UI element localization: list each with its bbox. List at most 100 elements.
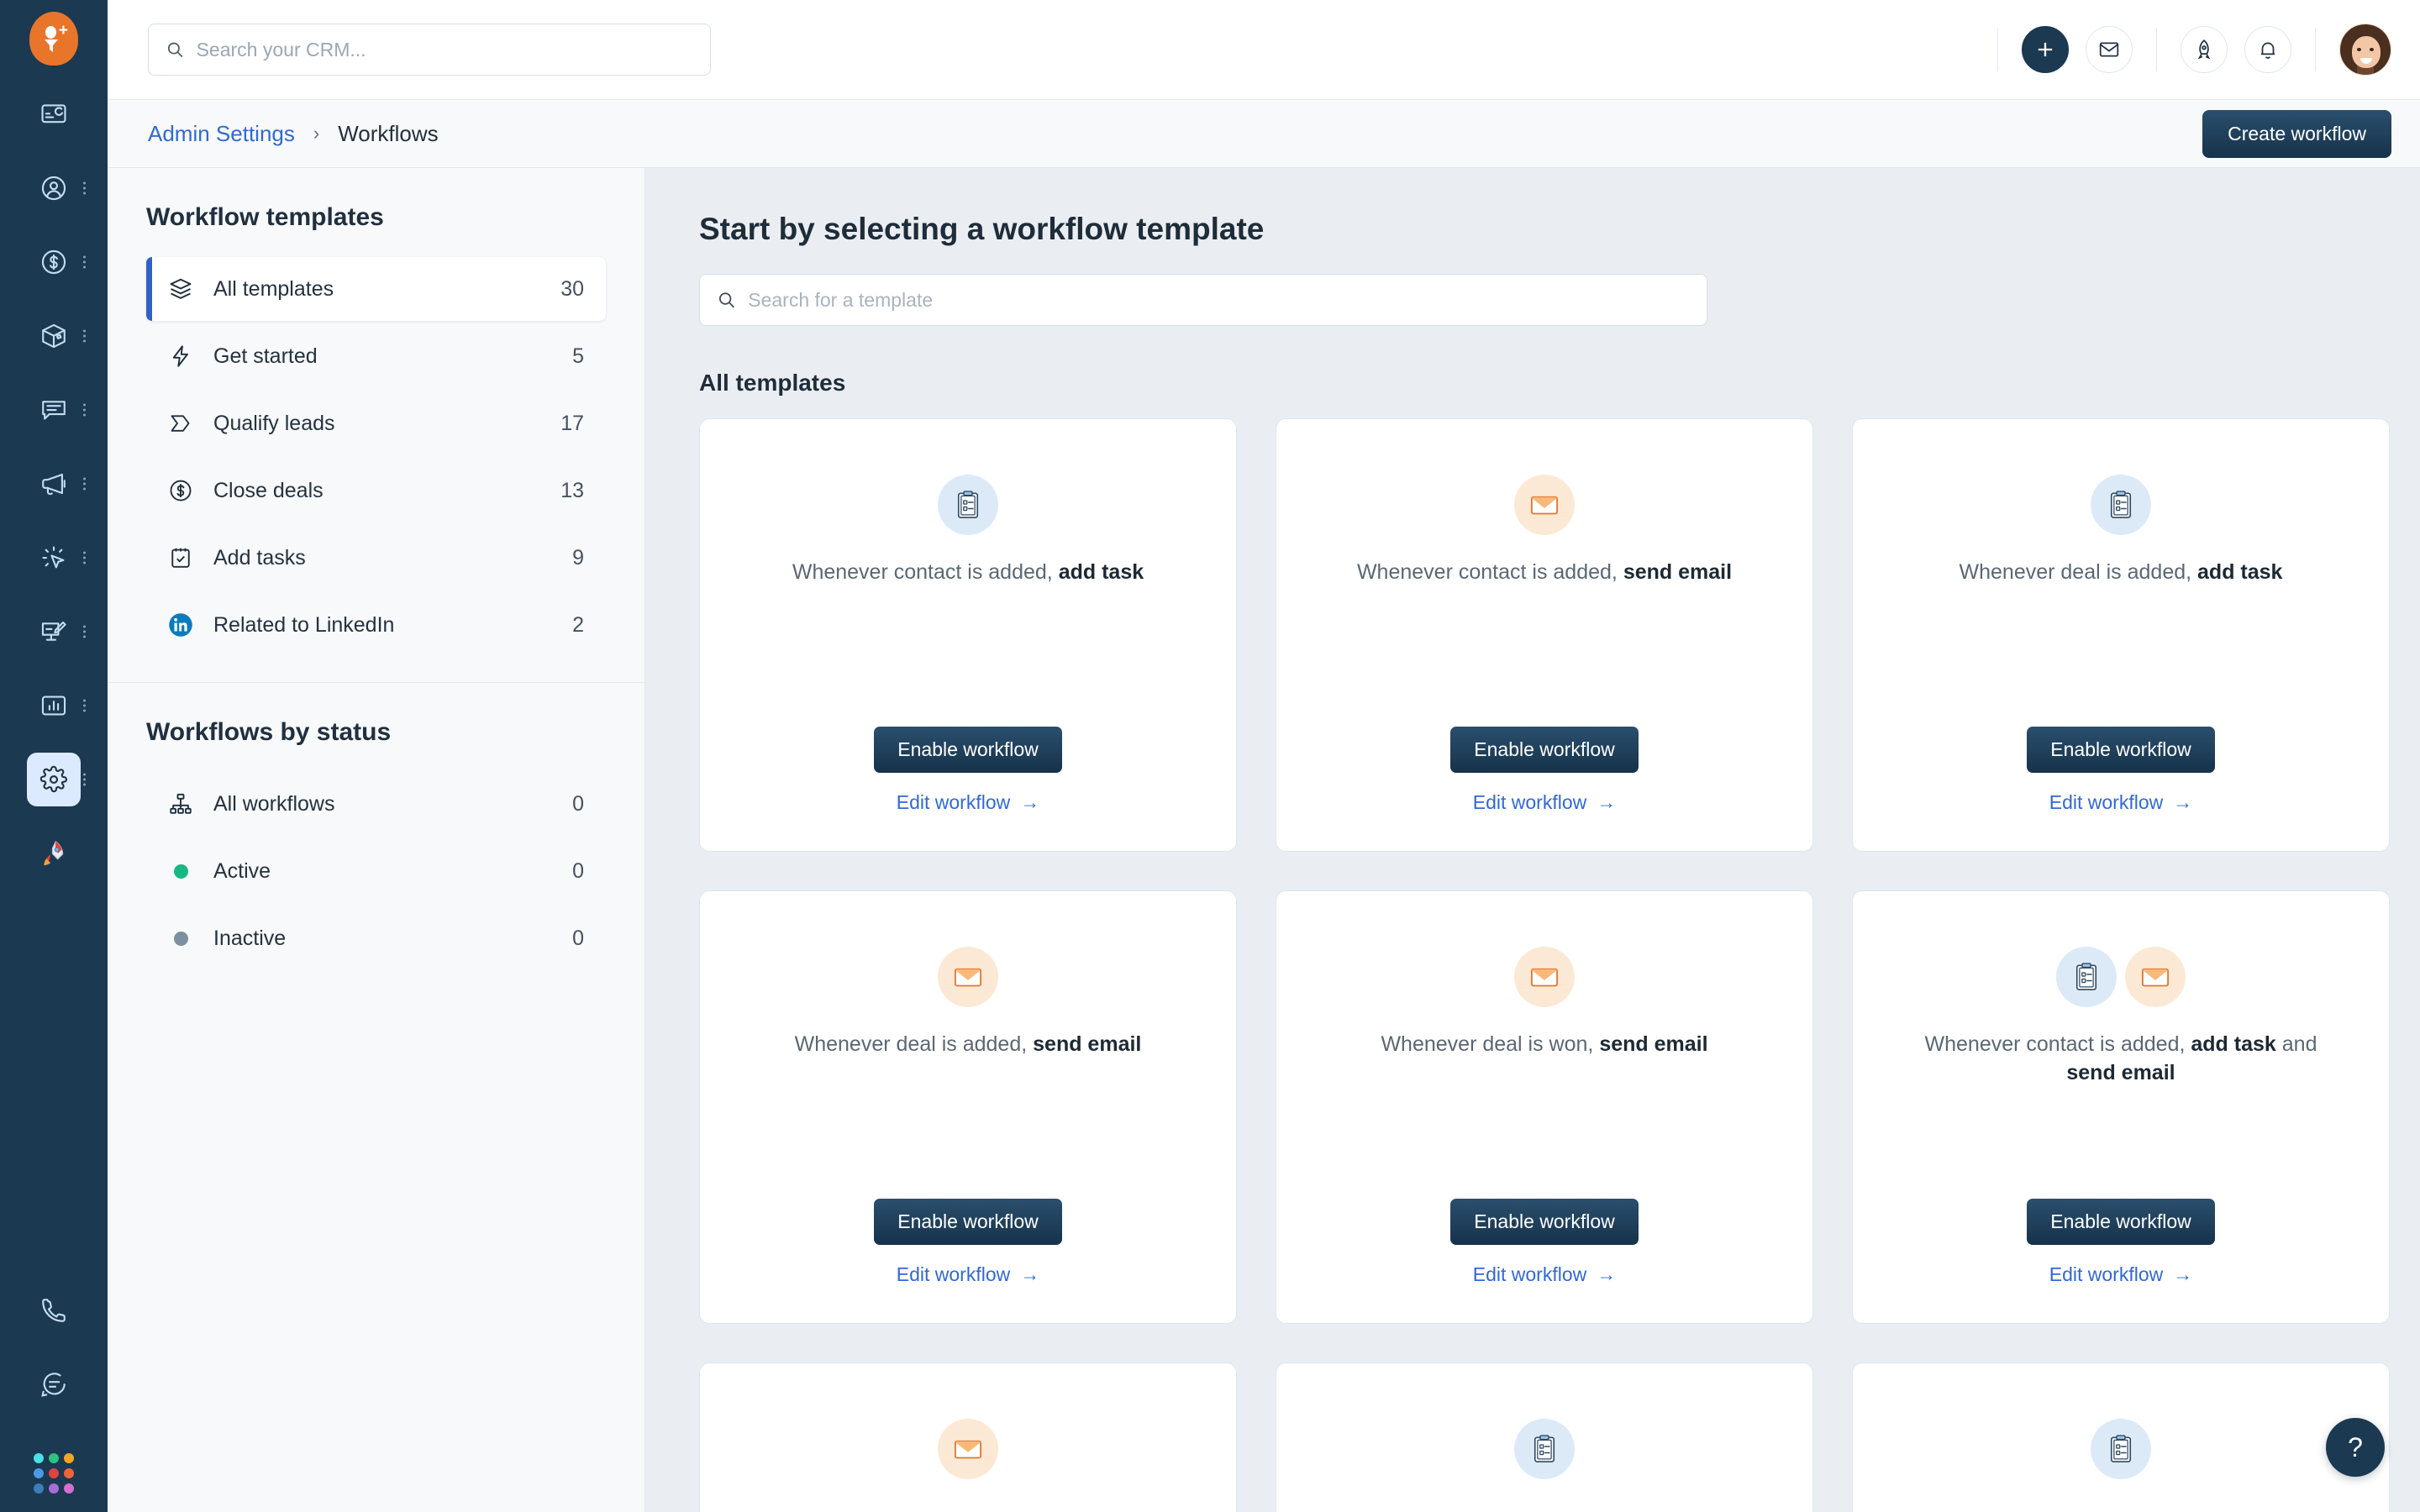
template-card[interactable]: Whenever deal is added, add task Enable w… — [1852, 418, 2390, 852]
rail-item-menu-icon[interactable] — [83, 403, 86, 417]
template-card[interactable]: Whenever deal is won, send email Enable w… — [1276, 890, 1813, 1324]
template-card[interactable]: Whenever contact is added, send email Ena… — [1276, 418, 1813, 852]
rail-item-menu-icon[interactable] — [83, 329, 86, 343]
avatar[interactable] — [2339, 24, 2391, 76]
rocket-icon — [2197, 39, 2211, 60]
rail-item-menu-icon[interactable] — [83, 699, 86, 712]
edit-workflow-label: Edit workflow — [1472, 791, 1587, 813]
template-search-input[interactable] — [748, 288, 1690, 312]
workflows-by-status-section: Workflows by status All workflows 0 Active… — [108, 682, 644, 995]
app-launcher-dot — [64, 1483, 74, 1494]
edit-workflow-link[interactable]: Edit workflow → — [2049, 1263, 2192, 1286]
sidebar-item-products[interactable] — [27, 309, 86, 363]
search-input[interactable] — [196, 38, 693, 61]
rail-item-menu-icon[interactable] — [83, 551, 86, 564]
bell-icon — [2260, 42, 2275, 59]
sidebar-item-chat[interactable] — [27, 1357, 81, 1411]
template-card-title: Whenever deal is added, send email — [794, 1032, 1142, 1056]
nav-item-count: 5 — [572, 344, 584, 368]
app-launcher-dot — [64, 1468, 74, 1478]
edit-workflow-link[interactable]: Edit workflow → — [1473, 1263, 1616, 1286]
enable-workflow-button[interactable]: Enable workflow — [874, 1199, 1062, 1245]
enable-workflow-button[interactable]: Enable workflow — [1450, 727, 1639, 773]
app-launcher-dot — [49, 1453, 59, 1463]
sidebar-item-dashboard[interactable] — [27, 87, 81, 141]
sidebar-item-conversations[interactable] — [27, 383, 86, 437]
template-category-1[interactable]: Get started 5 — [146, 324, 606, 388]
enable-workflow-button[interactable]: Enable workflow — [874, 727, 1062, 773]
arrow-right-icon: → — [1597, 791, 1617, 813]
rail-item-menu-icon[interactable] — [83, 255, 86, 269]
nav-item-label: Inactive — [213, 926, 287, 950]
status-item-0[interactable]: All workflows 0 — [146, 772, 606, 836]
status-item-2[interactable]: Inactive 0 — [146, 906, 606, 970]
edit-workflow-link[interactable]: Edit workflow → — [897, 791, 1039, 814]
template-card[interactable]: Enable workflowEdit workflow→ — [1276, 1362, 1813, 1512]
sidebar-item-website[interactable] — [27, 605, 86, 659]
lightning-icon — [166, 344, 195, 369]
sidebar-item-deals[interactable] — [27, 235, 86, 289]
enable-workflow-button[interactable]: Enable workflow — [2027, 727, 2215, 773]
email-envelope-icon — [1514, 475, 1575, 535]
crm-logo[interactable]: + — [29, 12, 78, 66]
rail-item-menu-icon[interactable] — [83, 477, 86, 491]
edit-workflow-link[interactable]: Edit workflow → — [2049, 791, 2192, 814]
sidebar-item-reports[interactable] — [27, 679, 86, 732]
template-card-actions: Enable workflow Edit workflow → — [874, 727, 1062, 851]
divider — [2156, 28, 2157, 71]
edit-workflow-label: Edit workflow — [2049, 1263, 2164, 1285]
template-card[interactable]: Whenever contact is added, add task Enabl… — [699, 418, 1237, 852]
create-workflow-button[interactable]: Create workflow — [2202, 109, 2391, 158]
template-category-2[interactable]: Qualify leads 17 — [146, 391, 606, 455]
template-category-0[interactable]: All templates 30 — [146, 257, 606, 321]
sidebar-item-automations[interactable] — [27, 531, 86, 585]
nav-item-label: All templates — [213, 276, 334, 301]
template-card-icons — [938, 475, 998, 535]
app-launcher-grid[interactable] — [34, 1453, 74, 1494]
status-dot-icon — [166, 931, 195, 946]
phone-icon — [42, 1299, 66, 1322]
sidebar-item-campaigns[interactable] — [27, 457, 86, 511]
enable-workflow-button[interactable]: Enable workflow — [2027, 1199, 2215, 1245]
add-button[interactable] — [2022, 26, 2069, 73]
template-card[interactable]: Whenever contact is added, add task and … — [1852, 890, 2390, 1324]
template-category-5[interactable]: Related to LinkedIn 2 — [146, 593, 606, 657]
status-item-1[interactable]: Active 0 — [146, 839, 606, 903]
notifications-button[interactable] — [2244, 26, 2291, 73]
avatar-eye-left — [2357, 48, 2361, 51]
breadcrumb-parent-link[interactable]: Admin Settings — [148, 121, 295, 147]
template-card[interactable]: Whenever deal is added, send email Enable… — [699, 890, 1237, 1324]
global-search[interactable] — [148, 24, 711, 76]
sidebar-item-whats-new[interactable] — [27, 827, 81, 880]
sidebar-item-settings[interactable] — [27, 753, 86, 806]
enable-workflow-button[interactable]: Enable workflow — [1450, 1199, 1639, 1245]
template-card[interactable]: Enable workflowEdit workflow→ — [699, 1362, 1237, 1512]
dollar-circle-icon — [39, 248, 68, 276]
sidebar-item-contacts[interactable] — [27, 161, 86, 215]
top-bar-actions — [1991, 24, 2391, 76]
help-button[interactable]: ? — [2326, 1418, 2385, 1477]
template-category-3[interactable]: Close deals 13 — [146, 459, 606, 522]
template-card-title: Whenever contact is added, add task — [792, 560, 1144, 584]
chevron-tag-icon — [166, 411, 195, 436]
mail-button[interactable] — [2086, 26, 2133, 73]
edit-workflow-link[interactable]: Edit workflow → — [897, 1263, 1039, 1286]
rail-item-list — [0, 87, 108, 900]
template-category-4[interactable]: Add tasks 9 — [146, 526, 606, 590]
rail-item-menu-icon[interactable] — [83, 181, 86, 195]
arrow-right-icon: → — [1020, 1263, 1040, 1285]
nav-item-count: 9 — [572, 545, 584, 570]
main-content: Start by selecting a workflow template A… — [645, 168, 2420, 1512]
sidebar-item-phone[interactable] — [27, 1284, 81, 1337]
nav-item-label: All workflows — [213, 791, 335, 816]
rocket-button[interactable] — [2181, 26, 2228, 73]
nav-item-count: 0 — [572, 926, 584, 950]
template-card-grid: Whenever contact is added, add task Enabl… — [699, 418, 2420, 1512]
gear-icon — [39, 765, 68, 794]
rail-item-menu-icon[interactable] — [83, 625, 86, 638]
template-card[interactable]: Enable workflowEdit workflow→ — [1852, 1362, 2390, 1512]
rail-item-menu-icon[interactable] — [83, 773, 86, 786]
nav-item-label: Close deals — [213, 478, 324, 502]
edit-workflow-link[interactable]: Edit workflow → — [1473, 791, 1616, 814]
template-search[interactable] — [699, 274, 1707, 326]
